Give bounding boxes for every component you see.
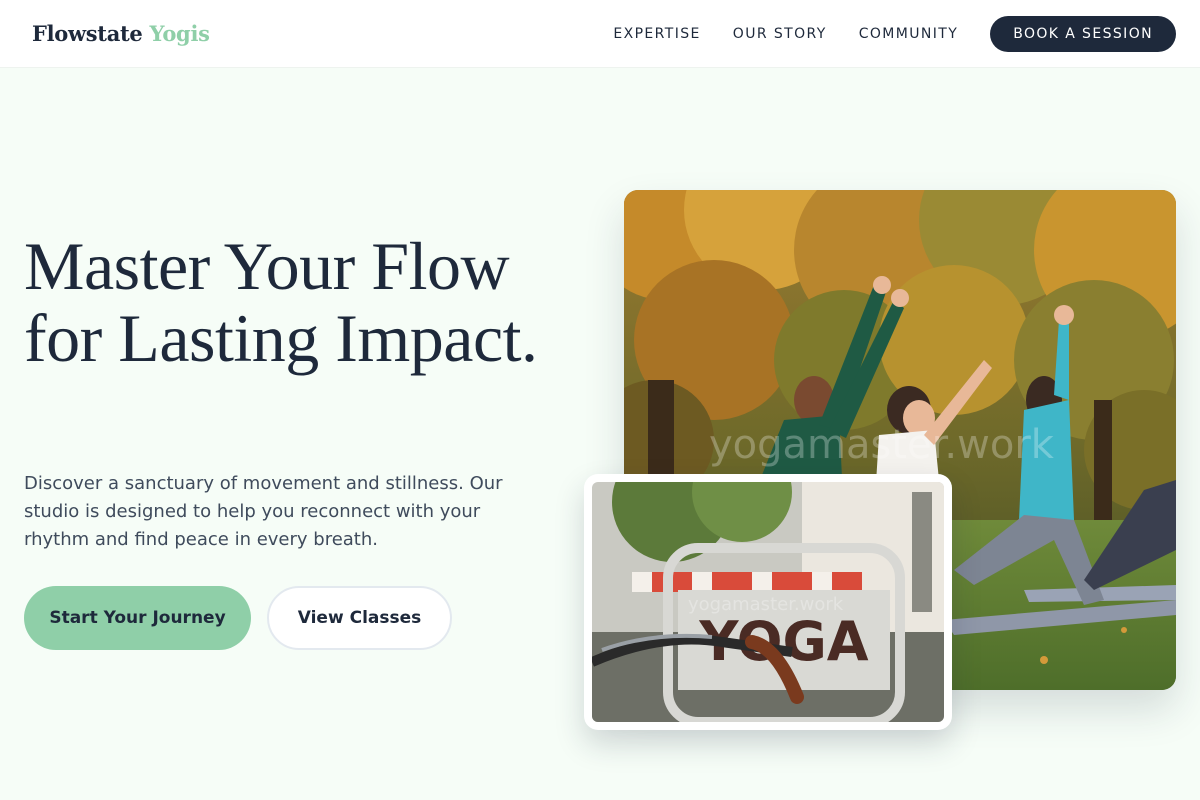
main-nav: EXPERTISE OUR STORY COMMUNITY BOOK A SES…	[613, 15, 1176, 52]
site-header: Flowstate Yogis EXPERTISE OUR STORY COMM…	[0, 0, 1200, 68]
view-classes-button[interactable]: View Classes	[267, 586, 452, 650]
logo-accent-text: Yogis	[149, 21, 210, 46]
hero-subtitle: Discover a sanctuary of movement and sti…	[24, 473, 503, 550]
brand-logo[interactable]: Flowstate Yogis	[32, 21, 210, 46]
hero-title: Master Your Flow for Lasting Impact.	[24, 228, 538, 376]
nav-link-community[interactable]: COMMUNITY	[859, 26, 959, 42]
nav-link-expertise[interactable]: EXPERTISE	[613, 26, 700, 42]
logo-main-text: Flowstate	[32, 21, 143, 46]
main-photo-watermark: yogamaster.work	[709, 422, 1055, 468]
nav-link-our-story[interactable]: OUR STORY	[733, 26, 827, 42]
inset-photo-watermark: yogamaster.work	[688, 594, 844, 615]
start-journey-button[interactable]: Start Your Journey	[24, 586, 251, 650]
book-session-button[interactable]: BOOK A SESSION	[990, 15, 1176, 52]
inset-photo: YOGA yogamaster.work	[592, 482, 944, 722]
inset-photo-card: YOGA yogamaster.work	[584, 474, 952, 730]
yoga-sign-illustration: YOGA yogamaster.work	[592, 482, 944, 722]
